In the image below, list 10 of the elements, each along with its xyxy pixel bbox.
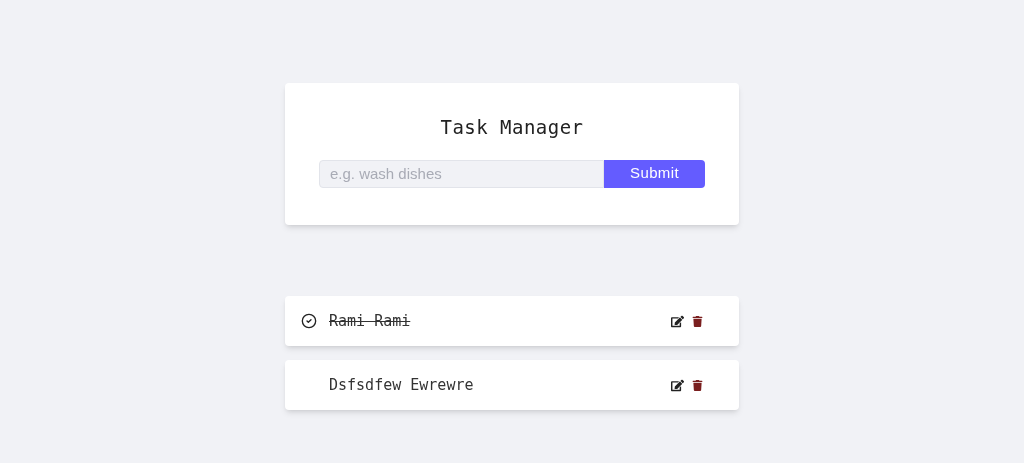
delete-icon[interactable]	[692, 379, 703, 391]
edit-icon[interactable]	[671, 314, 684, 328]
task-name: Dsfsdfew Ewrewre	[329, 374, 474, 396]
app-title: Task Manager	[440, 115, 584, 140]
task-input[interactable]: e.g. wash dishes	[319, 159, 604, 188]
task-name: Rami Rami	[329, 310, 411, 332]
check-icon[interactable]	[301, 313, 317, 329]
edit-icon[interactable]	[671, 378, 684, 392]
delete-icon[interactable]	[692, 315, 703, 327]
submit-button[interactable]: Submit	[604, 159, 705, 188]
